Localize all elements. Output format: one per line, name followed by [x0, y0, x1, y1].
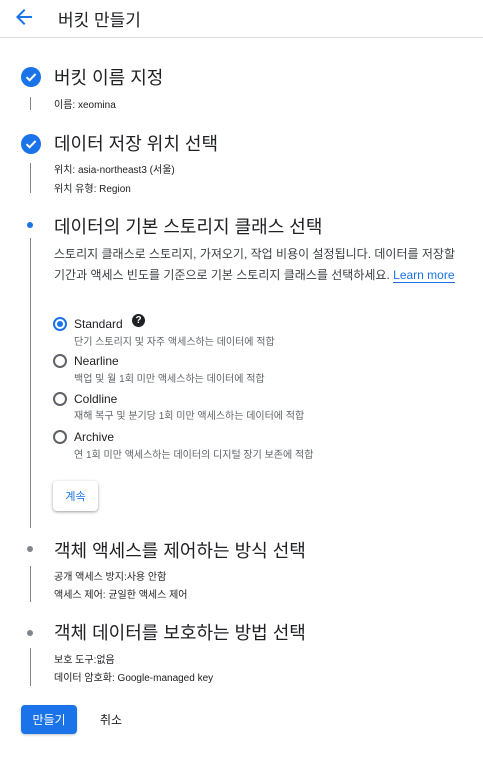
step-rail [30, 238, 31, 528]
check-circle-icon [21, 134, 41, 154]
help-icon[interactable]: ? [132, 314, 145, 327]
step-title-location[interactable]: 데이터 저장 위치 선택 [54, 130, 218, 156]
step-rail [30, 648, 31, 686]
radio-standard[interactable] [53, 317, 67, 331]
option-desc-coldline: 재해 복구 및 분기당 1회 미만 액세스하는 데이터에 적합 [74, 411, 305, 422]
step-detail-bucket-name: 이름: xeomina [54, 100, 116, 111]
header-bar: 버킷 만들기 [0, 0, 483, 38]
step-dot [27, 630, 33, 636]
step-detail-public-access: 공개 액세스 방지:사용 안함 [54, 572, 167, 583]
step-rail [30, 566, 31, 602]
cancel-button[interactable]: 취소 [92, 705, 130, 734]
step-rail [30, 97, 31, 110]
continue-button[interactable]: 계속 [53, 481, 98, 511]
learn-more-link[interactable]: Learn more [393, 268, 455, 283]
radio-coldline[interactable] [53, 392, 67, 406]
step-dot [27, 546, 33, 552]
step-detail-access-control: 액세스 제어: 균일한 액세스 제어 [54, 590, 188, 601]
create-button[interactable]: 만들기 [21, 705, 77, 734]
option-label-coldline[interactable]: Coldline [74, 392, 117, 406]
option-desc-standard: 단기 스토리지 및 자주 액세스하는 데이터에 적합 [74, 337, 275, 348]
step-detail-encryption: 데이터 암호화: Google-managed key [54, 673, 214, 684]
option-desc-nearline: 백업 및 월 1회 미만 액세스하는 데이터에 적합 [74, 374, 265, 385]
step-title-access-control[interactable]: 객체 액세스를 제어하는 방식 선택 [54, 537, 306, 563]
step-title-bucket-name[interactable]: 버킷 이름 지정 [54, 64, 163, 90]
option-label-standard[interactable]: Standard [74, 317, 123, 331]
option-label-nearline[interactable]: Nearline [74, 354, 119, 368]
step-detail-location-type: 위치 유형: Region [54, 184, 131, 195]
option-desc-archive: 연 1회 미만 액세스하는 데이터의 디지털 장기 보존에 적합 [74, 450, 314, 461]
step-title-storage-class: 데이터의 기본 스토리지 클래스 선택 [54, 217, 323, 237]
step-rail [30, 163, 31, 193]
arrow-back-icon[interactable] [12, 5, 36, 29]
option-label-archive[interactable]: Archive [74, 430, 114, 444]
radio-nearline[interactable] [53, 354, 67, 368]
page-title: 버킷 만들기 [58, 11, 141, 30]
step-detail-location: 위치: asia-northeast3 (서울) [54, 165, 175, 176]
active-step-dot [27, 222, 33, 228]
check-circle-icon [21, 67, 41, 87]
storage-class-description: 스토리지 클래스로 스토리지, 가져오기, 작업 비용이 설정됩니다. 데이터를… [54, 244, 458, 286]
radio-archive[interactable] [53, 430, 67, 444]
step-detail-protection-tools: 보호 도구:없음 [54, 655, 115, 666]
step-title-data-protection[interactable]: 객체 데이터를 보호하는 방법 선택 [54, 619, 306, 645]
